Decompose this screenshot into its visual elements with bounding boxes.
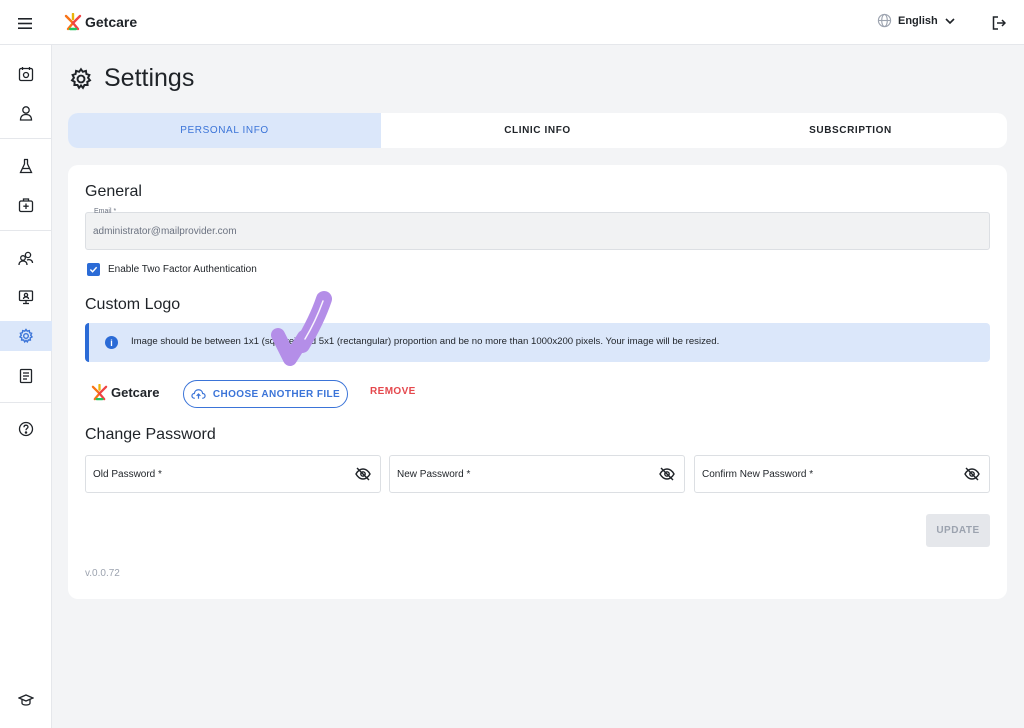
brand-logo[interactable]: Getcare [64,11,137,33]
checkmark-icon [89,266,98,273]
settings-tabs: PERSONAL INFO CLINIC INFO SUBSCRIPTION [68,113,1007,148]
monitor-icon [18,290,34,305]
page-title: Settings [69,64,194,93]
sidebar-item-calendar[interactable] [9,59,43,89]
email-field[interactable]: Email * administrator@mailprovider.com [85,208,990,250]
update-button[interactable]: UPDATE [926,514,990,547]
getcare-logo-icon [64,13,82,31]
eye-off-icon[interactable] [659,466,675,482]
help-icon [18,421,34,437]
old-password-label: Old Password * [93,469,162,480]
remove-logo-button[interactable]: REMOVE [370,386,416,397]
eye-off-icon[interactable] [355,466,371,482]
sidebar-item-academy[interactable] [9,685,43,715]
version-label: v.0.0.72 [85,568,120,579]
two-factor-toggle[interactable]: Enable Two Factor Authentication [87,263,257,276]
email-label: Email * [94,208,117,215]
sidebar-item-help[interactable] [9,414,43,444]
custom-logo-title: Custom Logo [85,296,181,313]
getcare-logo-icon [91,383,108,400]
logo-preview: Getcare [91,381,159,403]
two-factor-checkbox[interactable] [87,263,100,276]
sidebar-divider [0,230,52,231]
old-password-field[interactable]: Old Password * [85,455,381,493]
users-icon [18,251,34,266]
logo-info-text: Image should be between 1x1 (square) and… [131,336,720,347]
sidebar-item-lab[interactable] [9,151,43,181]
top-bar: Getcare English [0,0,1024,45]
document-icon [19,368,33,384]
general-title: General [85,183,142,200]
logo-preview-name: Getcare [111,384,160,400]
calendar-icon [18,67,34,82]
language-label: English [898,14,938,27]
menu-icon[interactable] [13,11,37,35]
info-icon: i [105,336,118,349]
tab-clinic-info[interactable]: CLINIC INFO [381,113,694,148]
sidebar-item-users[interactable] [9,243,43,273]
email-value: administrator@mailprovider.com [93,226,237,237]
choose-file-button[interactable]: CHOOSE ANOTHER FILE [183,380,348,408]
new-password-label: New Password * [397,469,471,480]
sidebar-item-documents[interactable] [9,361,43,391]
confirm-password-field[interactable]: Confirm New Password * [694,455,990,493]
sidebar-item-medical[interactable] [9,190,43,220]
choose-file-label: CHOOSE ANOTHER FILE [212,388,341,400]
brand-name: Getcare [85,14,138,30]
change-password-title: Change Password [85,426,216,443]
sidebar-item-monitor[interactable] [9,282,43,312]
eye-off-icon[interactable] [964,466,980,482]
settings-gear-icon [70,67,92,90]
two-factor-label: Enable Two Factor Authentication [108,264,257,275]
cloud-upload-icon [191,389,206,399]
person-icon [19,106,33,121]
logout-icon[interactable] [989,13,1009,33]
medical-kit-icon [18,198,34,213]
chevron-down-icon [945,17,955,24]
new-password-field[interactable]: New Password * [389,455,685,493]
sidebar-item-settings[interactable] [0,321,52,351]
sidebar-item-profile[interactable] [9,98,43,128]
tab-subscription[interactable]: SUBSCRIPTION [694,113,1007,148]
flask-icon [19,158,33,174]
sidebar-divider [0,138,52,139]
sidebar [0,45,52,728]
tab-personal-info[interactable]: PERSONAL INFO [68,113,381,148]
language-selector[interactable]: English [877,13,956,28]
globe-icon [877,13,892,28]
logo-info-banner: i Image should be between 1x1 (square) a… [85,323,990,362]
page-title-text: Settings [104,64,195,92]
confirm-password-label: Confirm New Password * [702,469,814,480]
gear-icon [18,328,34,344]
sidebar-divider [0,402,52,403]
settings-card: General Email * administrator@mailprovid… [68,165,1007,599]
graduation-cap-icon [18,694,34,706]
